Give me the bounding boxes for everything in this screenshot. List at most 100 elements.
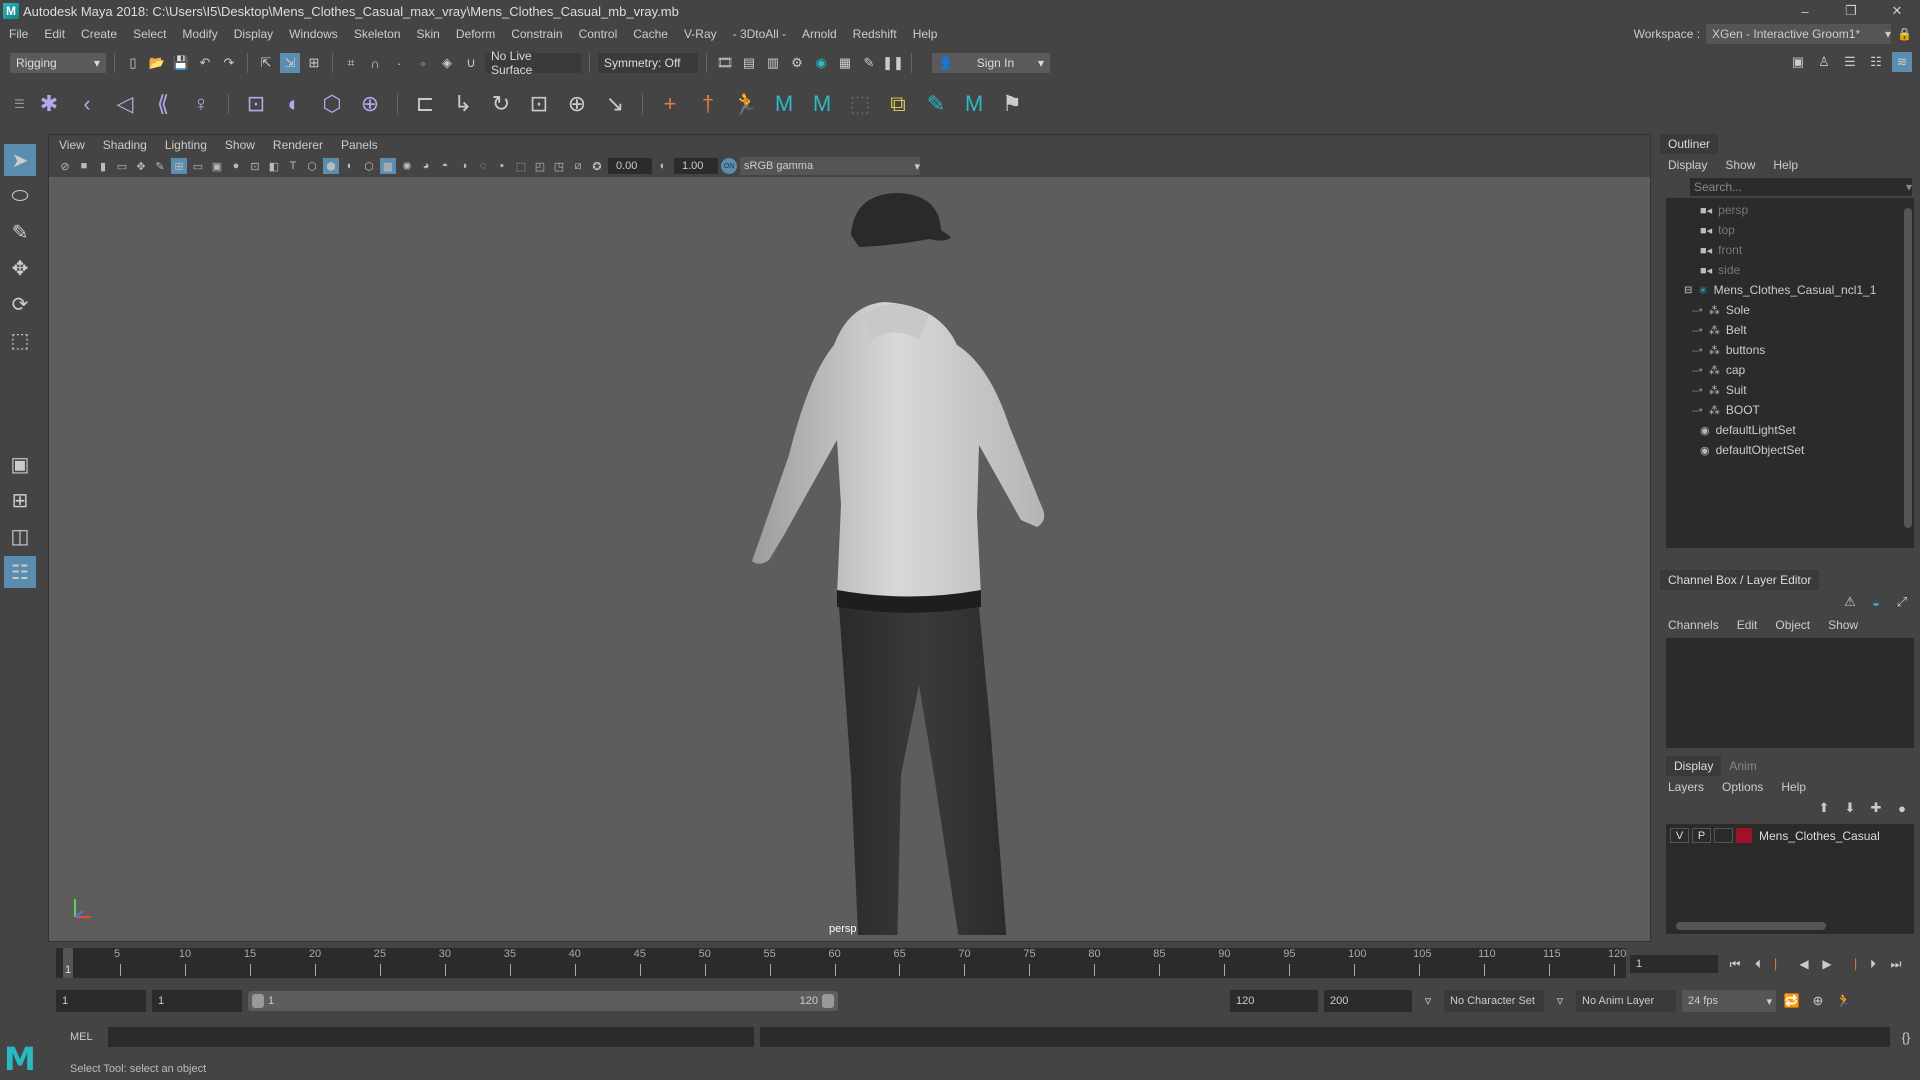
mel-label[interactable]: MEL [56, 1031, 93, 1043]
snap-live-icon[interactable]: ∪ [461, 53, 481, 73]
maya-python-icon[interactable]: M [807, 89, 837, 119]
four-view-icon[interactable]: ⊞ [4, 484, 36, 516]
layer-display-type-toggle[interactable] [1714, 828, 1733, 843]
channel-box-menu-object[interactable]: Object [1775, 618, 1810, 632]
channel-box-area[interactable] [1666, 638, 1914, 748]
wireframe-on-shaded-icon[interactable]: ⬡ [361, 158, 377, 174]
textured-icon[interactable]: ▩ [380, 158, 396, 174]
go-to-end-icon[interactable]: ⏭ [1886, 955, 1906, 973]
outliner-item[interactable]: –• ⁂ Sole [1666, 300, 1914, 320]
viewport-menu-shading[interactable]: Shading [103, 138, 147, 152]
fps-dropdown[interactable]: 24 fps ▾ [1682, 990, 1776, 1012]
safe-action-icon[interactable]: ◧ [266, 158, 282, 174]
render-setup-icon[interactable]: ▦ [835, 53, 855, 73]
move-layer-up-icon[interactable]: ⬆ [1814, 798, 1834, 818]
viewport-menu-show[interactable]: Show [225, 138, 255, 152]
clothing-model[interactable] [609, 175, 1069, 935]
collapse-icon[interactable]: ⊟ [1684, 285, 1692, 296]
menu-file[interactable]: File [0, 27, 35, 41]
camera-attributes-icon[interactable]: ■ [76, 158, 92, 174]
menu-edit[interactable]: Edit [35, 27, 72, 41]
menu-set-dropdown[interactable]: Rigging ▾ [10, 53, 106, 73]
current-frame-field[interactable]: 1 [1630, 955, 1718, 973]
outliner-menu-help[interactable]: Help [1773, 158, 1798, 172]
wireframe-icon[interactable]: ⬡ [304, 158, 320, 174]
channel-box-icon[interactable]: ≋ [1892, 52, 1912, 72]
modeling-toolkit-icon[interactable]: ▣ [1788, 52, 1808, 72]
resolution-gate-icon[interactable]: ▣ [209, 158, 225, 174]
cap[interactable] [851, 193, 951, 247]
outliner-item[interactable]: –• ⁂ BOOT [1666, 400, 1914, 420]
motion-blur-icon[interactable]: ◑ [456, 158, 472, 174]
open-scene-icon[interactable]: 📂 [147, 53, 167, 73]
maximize-button[interactable]: ❐ [1828, 0, 1874, 22]
range-start-handle[interactable] [252, 994, 264, 1008]
layer-menu-help[interactable]: Help [1781, 780, 1806, 794]
xray-joints-icon[interactable]: ◳ [551, 158, 567, 174]
step-back-key-icon[interactable]: ⏴ [1748, 955, 1768, 973]
snap-view-icon[interactable]: ◦ [413, 53, 433, 73]
layer-menu-options[interactable]: Options [1722, 780, 1763, 794]
scene-start-field[interactable]: 1 [56, 990, 146, 1012]
menu-cache[interactable]: Cache [624, 27, 675, 41]
render-frame-icon[interactable]: ▤ [739, 53, 759, 73]
playback-end-field[interactable]: 120 [1230, 990, 1318, 1012]
menu-3dtoall[interactable]: - 3DtoAll - [724, 27, 793, 41]
scene-end-field[interactable]: 200 [1324, 990, 1412, 1012]
select-component-icon[interactable]: ⊞ [304, 53, 324, 73]
outliner-item[interactable]: –• ⁂ cap [1666, 360, 1914, 380]
menu-redshift[interactable]: Redshift [844, 27, 904, 41]
empty-slot-icon[interactable]: ⬚ [845, 89, 875, 119]
select-camera-icon[interactable]: ⊘ [57, 158, 73, 174]
maya-script-icon[interactable]: M [959, 89, 989, 119]
use-lights-icon[interactable]: ✺ [399, 158, 415, 174]
human-ik-icon[interactable]: ♙ [1814, 52, 1834, 72]
cluster-icon[interactable]: ⊕ [355, 89, 385, 119]
layer-scrollbar[interactable] [1676, 922, 1826, 930]
attribute-editor-icon[interactable]: ☰ [1840, 52, 1860, 72]
step-forward-frame-icon[interactable]: ⎹ [1840, 955, 1860, 973]
move-layer-down-icon[interactable]: ⬇ [1840, 798, 1860, 818]
lattice-icon[interactable]: ⬡ [317, 89, 347, 119]
auto-key-icon[interactable]: ⊕ [1808, 991, 1828, 1011]
2d-pan-icon[interactable]: ✥ [133, 158, 149, 174]
color-space-dropdown[interactable]: sRGB gamma ▾ [740, 157, 920, 175]
menu-skin[interactable]: Skin [408, 27, 447, 41]
menu-v-ray[interactable]: V-Ray [675, 27, 724, 41]
channel-box-menu-show[interactable]: Show [1828, 618, 1858, 632]
menu-control[interactable]: Control [570, 27, 625, 41]
channel-box-tab[interactable]: Channel Box / Layer Editor [1660, 570, 1820, 590]
manipulator-icon[interactable]: ⚠ [1840, 592, 1860, 612]
select-tool-icon[interactable]: ➤ [4, 144, 36, 176]
ik-spline-icon[interactable]: ◁ [110, 89, 140, 119]
depth-of-field-icon[interactable]: ▪ [494, 158, 510, 174]
point-constraint-icon[interactable]: ↳ [448, 89, 478, 119]
live-surface-field[interactable]: No Live Surface [485, 49, 581, 77]
maya-mel-icon[interactable]: M [769, 89, 799, 119]
outliner-item[interactable]: ■◂ front [1666, 240, 1914, 260]
orient-constraint-icon[interactable]: ↻ [486, 89, 516, 119]
xray-icon[interactable]: ◰ [532, 158, 548, 174]
render-view-icon[interactable]: 🎞 [715, 53, 735, 73]
snap-curve-icon[interactable]: ∩ [365, 53, 385, 73]
aim-constraint-icon[interactable]: ⊕ [562, 89, 592, 119]
time-slider[interactable]: 1 5 10 15 20 25 30 35 40 45 50 55 60 65 70 75 80 85 90 95 10… [56, 948, 1626, 978]
menu-display[interactable]: Display [225, 27, 280, 41]
sign-in-button[interactable]: 👤 Sign In ▾ [932, 53, 1050, 73]
layer-playback-toggle[interactable]: P [1692, 828, 1711, 843]
chevron-down-icon[interactable]: ▿ [1418, 991, 1438, 1011]
light-editor-icon[interactable]: ✎ [859, 53, 879, 73]
isolate-select-icon[interactable]: ⬚ [513, 158, 529, 174]
minimize-button[interactable]: – [1782, 0, 1828, 22]
step-back-frame-icon[interactable]: ⎸ [1771, 955, 1791, 973]
save-scene-icon[interactable]: 💾 [171, 53, 191, 73]
film-gate-icon[interactable]: ▭ [190, 158, 206, 174]
select-object-icon[interactable]: ⇲ [280, 53, 300, 73]
pause-icon[interactable]: ❚❚ [882, 53, 904, 73]
grease-pencil-icon[interactable]: ✎ [152, 158, 168, 174]
move-tool-icon[interactable]: ✥ [4, 252, 36, 284]
ipr-render-icon[interactable]: ▥ [763, 53, 783, 73]
locator-icon[interactable]: + [655, 89, 685, 119]
channel-box-menu-channels[interactable]: Channels [1668, 618, 1719, 632]
character-icon[interactable]: 🏃 [731, 89, 761, 119]
